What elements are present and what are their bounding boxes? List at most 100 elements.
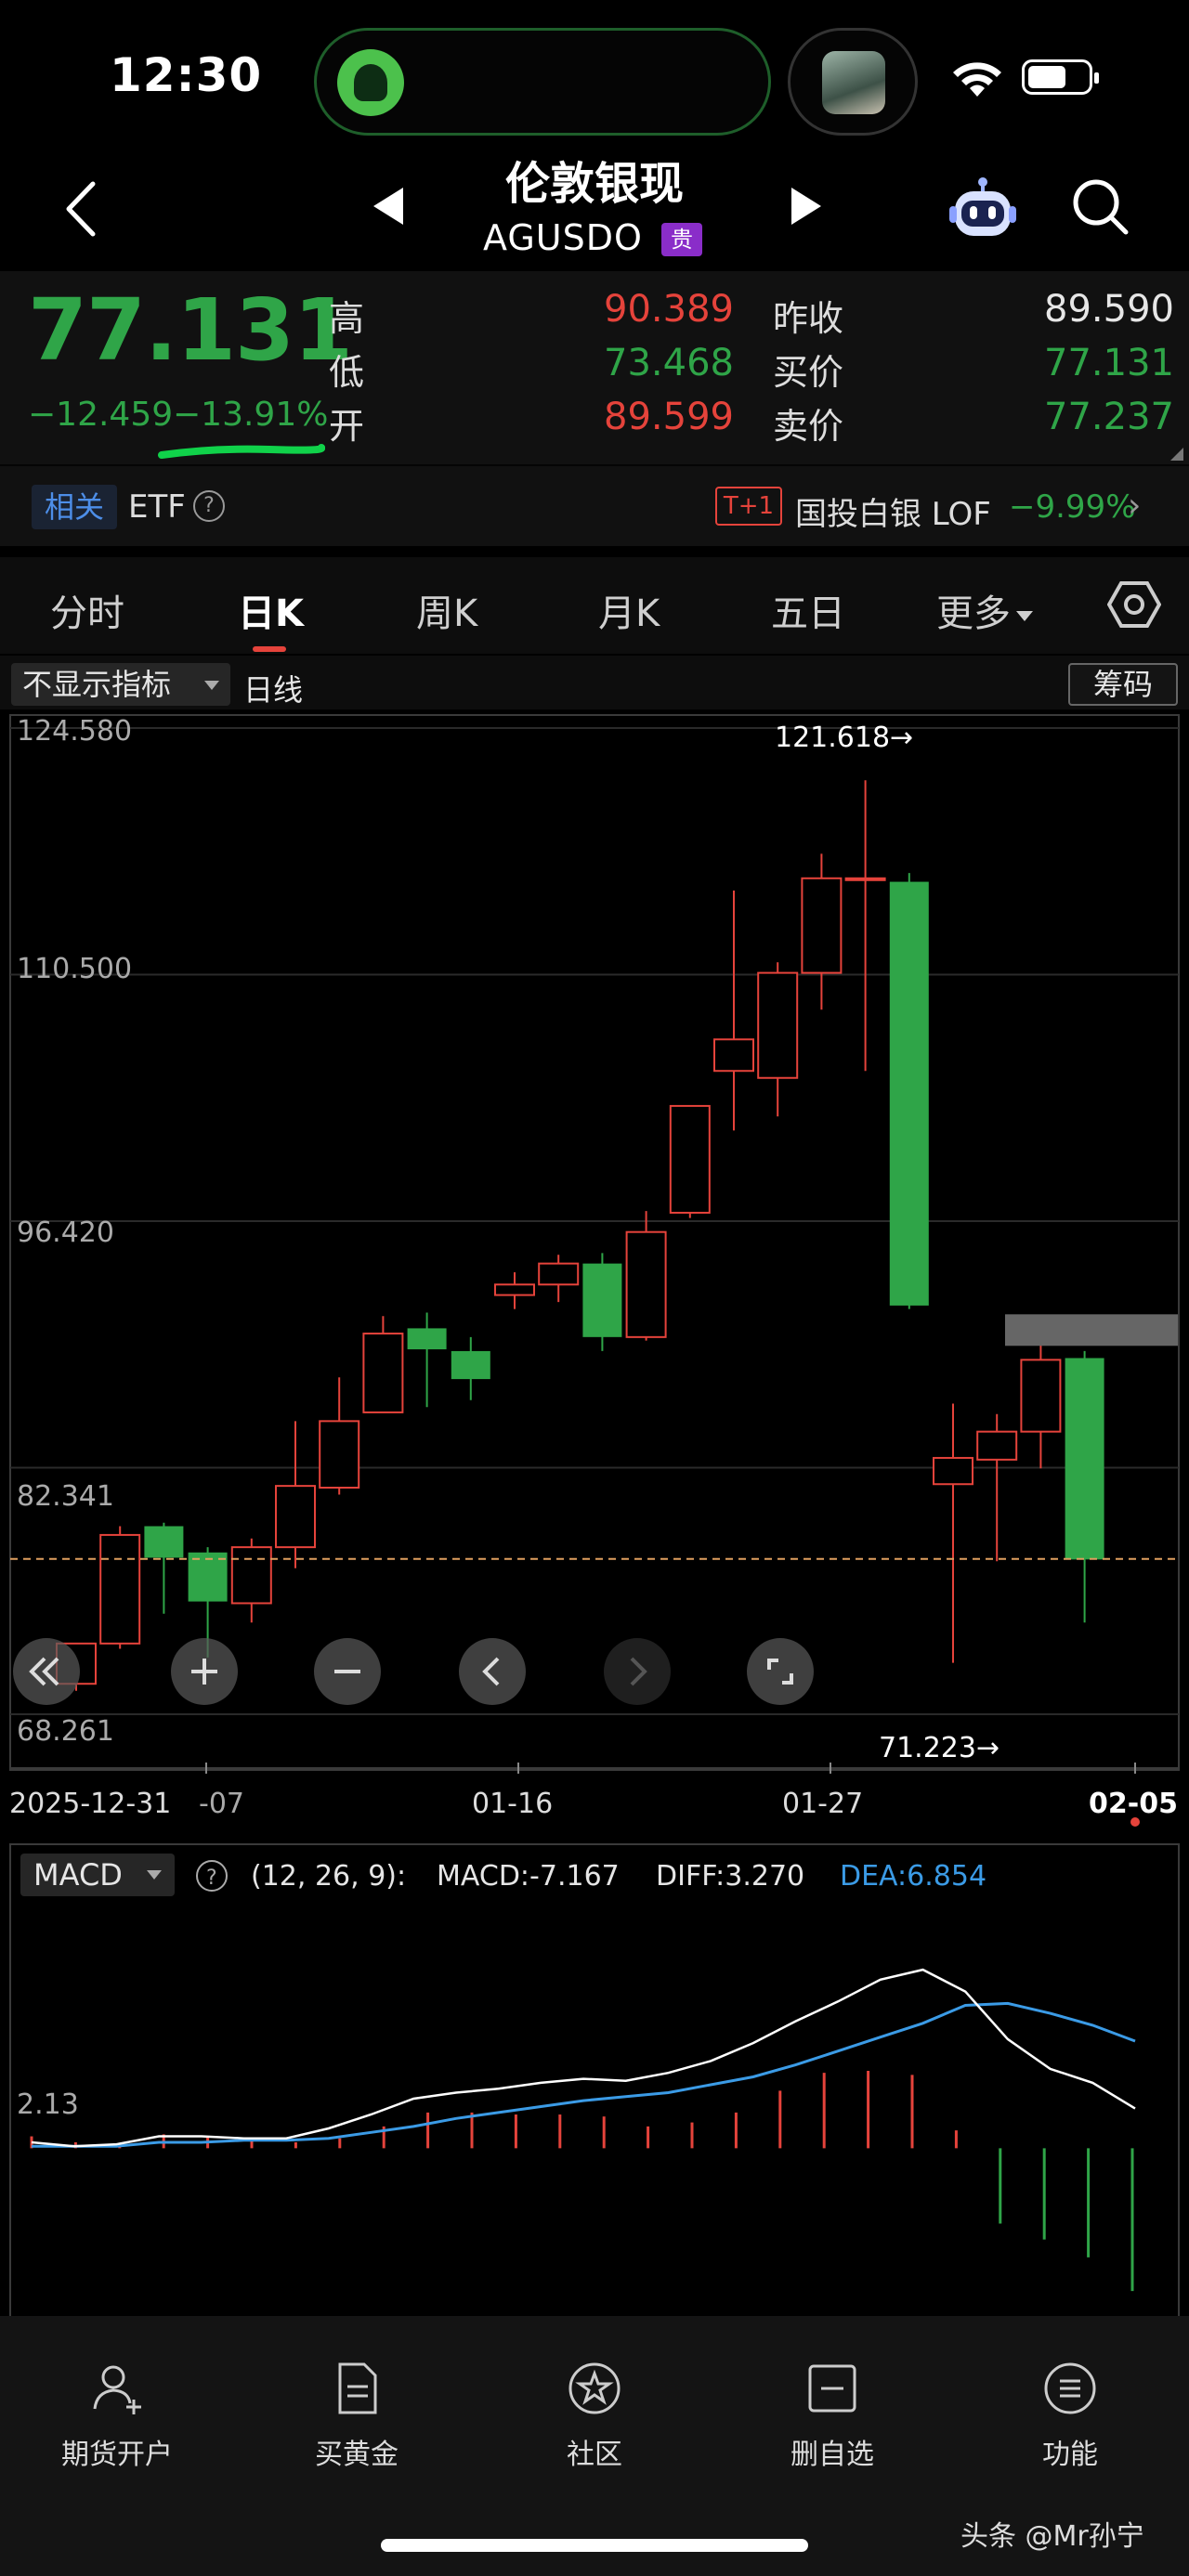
- dea-line: [32, 2001, 1136, 2148]
- search-icon[interactable]: [1070, 176, 1131, 238]
- chevron-right-icon[interactable]: ›: [1128, 487, 1141, 525]
- back-icon[interactable]: [58, 176, 104, 241]
- candle[interactable]: [801, 853, 843, 1010]
- next-symbol-icon[interactable]: [788, 186, 825, 227]
- hand-drawn-underline: [158, 444, 325, 459]
- assistant-robot-icon[interactable]: [947, 175, 1018, 245]
- nav-functions[interactable]: 功能: [996, 2361, 1144, 2472]
- pan-right-button[interactable]: [604, 1638, 671, 1705]
- candle[interactable]: [1065, 1350, 1104, 1623]
- candle[interactable]: [362, 1316, 404, 1413]
- nav-remove-watchlist-label: 删自选: [790, 2439, 874, 2471]
- y-tick-label: 82.341: [17, 1480, 114, 1513]
- candle-body: [538, 1262, 580, 1286]
- candle-body: [451, 1350, 490, 1380]
- candle[interactable]: [889, 873, 929, 1309]
- candle[interactable]: [494, 1272, 535, 1309]
- nav-community-label: 社区: [567, 2439, 622, 2471]
- tab-monthly-k[interactable]: 月K: [598, 583, 660, 637]
- user-account-icon: [93, 2365, 141, 2414]
- macd-select-label: MACD: [33, 1857, 123, 1893]
- indicator-select[interactable]: 不显示指标: [11, 663, 230, 706]
- candle-body: [625, 1230, 667, 1338]
- last-price: 77.131: [28, 280, 353, 380]
- candle-body: [144, 1526, 184, 1558]
- candle[interactable]: [319, 1377, 360, 1495]
- nav-community[interactable]: 社区: [520, 2361, 669, 2472]
- double-chevron-left-icon: [29, 1657, 59, 1686]
- candle[interactable]: [582, 1253, 622, 1351]
- scroll-start-button[interactable]: [13, 1638, 80, 1705]
- candle[interactable]: [451, 1336, 490, 1400]
- candle-body: [407, 1328, 447, 1350]
- menu-icon: [1044, 2362, 1096, 2414]
- candle-body: [669, 1104, 711, 1214]
- fullscreen-button[interactable]: [747, 1638, 814, 1705]
- latest-marker-dot: [1130, 1817, 1140, 1827]
- candle[interactable]: [538, 1255, 580, 1303]
- nav-open-account[interactable]: 期货开户: [43, 2361, 191, 2472]
- candle-body: [362, 1333, 404, 1413]
- x-tick-label: 2025-12-31: [9, 1788, 171, 1820]
- tab-daily-k[interactable]: 日K: [238, 583, 304, 637]
- candle[interactable]: [757, 962, 799, 1117]
- dea-value: DEA:6.854: [840, 1860, 986, 1893]
- nav-functions-label: 功能: [1042, 2439, 1098, 2471]
- nav-buy-gold[interactable]: 买黄金: [282, 2361, 431, 2472]
- candle[interactable]: [713, 890, 754, 1131]
- macd-axis-label: 2.13: [17, 2088, 79, 2121]
- candle[interactable]: [976, 1413, 1018, 1562]
- plus-icon: [191, 1659, 217, 1685]
- zoom-in-button[interactable]: [171, 1638, 238, 1705]
- candle-body: [757, 971, 799, 1079]
- candle[interactable]: [669, 1104, 711, 1218]
- indicator-bar: 不显示指标 日线 筹码: [0, 656, 1189, 709]
- chevron-left-icon: [482, 1657, 500, 1686]
- candle-body: [230, 1546, 272, 1605]
- macd-panel[interactable]: MACD ? (12, 26, 9): MACD:-7.167 DIFF:3.2…: [0, 1842, 1189, 2328]
- ghost-price-bar: [1005, 1314, 1178, 1347]
- related-tag: 相关: [32, 485, 118, 529]
- tab-more[interactable]: 更多: [936, 583, 1033, 637]
- candle[interactable]: [1020, 1340, 1062, 1469]
- chip-distribution-button[interactable]: 筹码: [1068, 663, 1178, 706]
- help-icon[interactable]: ?: [193, 490, 225, 522]
- candle[interactable]: [625, 1211, 667, 1341]
- macd-value: MACD:-7.167: [437, 1860, 620, 1893]
- x-tick-label: 01-16: [472, 1788, 553, 1820]
- max-price-label: 121.618→: [775, 722, 913, 754]
- candle[interactable]: [230, 1538, 272, 1623]
- pan-left-button[interactable]: [459, 1638, 526, 1705]
- candle[interactable]: [144, 1522, 184, 1614]
- candle[interactable]: [407, 1312, 447, 1408]
- prev-symbol-icon[interactable]: [370, 186, 407, 227]
- nav-remove-watchlist[interactable]: 删自选: [758, 2361, 907, 2472]
- nav-buy-gold-label: 买黄金: [315, 2439, 399, 2471]
- candlestick-chart-area[interactable]: 124.580 110.500 96.420 82.341 68.261 121…: [0, 709, 1189, 1842]
- candle[interactable]: [933, 1403, 973, 1663]
- tab-five-day[interactable]: 五日: [771, 583, 845, 637]
- home-indicator[interactable]: [381, 2539, 808, 2552]
- candle[interactable]: [844, 780, 886, 1072]
- app-activity-icon: [337, 49, 404, 116]
- expand-corner-icon[interactable]: [1170, 448, 1183, 461]
- etf-label: ETF: [128, 488, 186, 526]
- candle-body: [933, 1456, 973, 1486]
- nav-open-account-label: 期货开户: [61, 2439, 173, 2471]
- chart-settings-icon[interactable]: [1107, 578, 1161, 631]
- x-tick-label: 01-27: [782, 1788, 863, 1820]
- y-tick-label: 68.261: [17, 1715, 114, 1748]
- candle-body: [1020, 1359, 1062, 1433]
- lof-fund-name[interactable]: 国投白银 LOF: [795, 488, 991, 534]
- tab-weekly-k[interactable]: 周K: [416, 583, 477, 637]
- open-label: 开: [329, 406, 365, 447]
- candle-body: [1065, 1358, 1104, 1560]
- related-etf-bar[interactable]: 相关 ETF ? T+1 国投白银 LOF −9.99% ›: [0, 464, 1189, 546]
- candle[interactable]: [99, 1526, 141, 1649]
- dynamic-island[interactable]: [314, 28, 771, 136]
- candle[interactable]: [275, 1421, 316, 1568]
- macd-chart[interactable]: MACD ? (12, 26, 9): MACD:-7.167 DIFF:3.2…: [0, 1842, 1189, 2328]
- zoom-out-button[interactable]: [314, 1638, 381, 1705]
- dynamic-island-avatar[interactable]: [788, 28, 918, 136]
- tab-intraday[interactable]: 分时: [50, 583, 124, 637]
